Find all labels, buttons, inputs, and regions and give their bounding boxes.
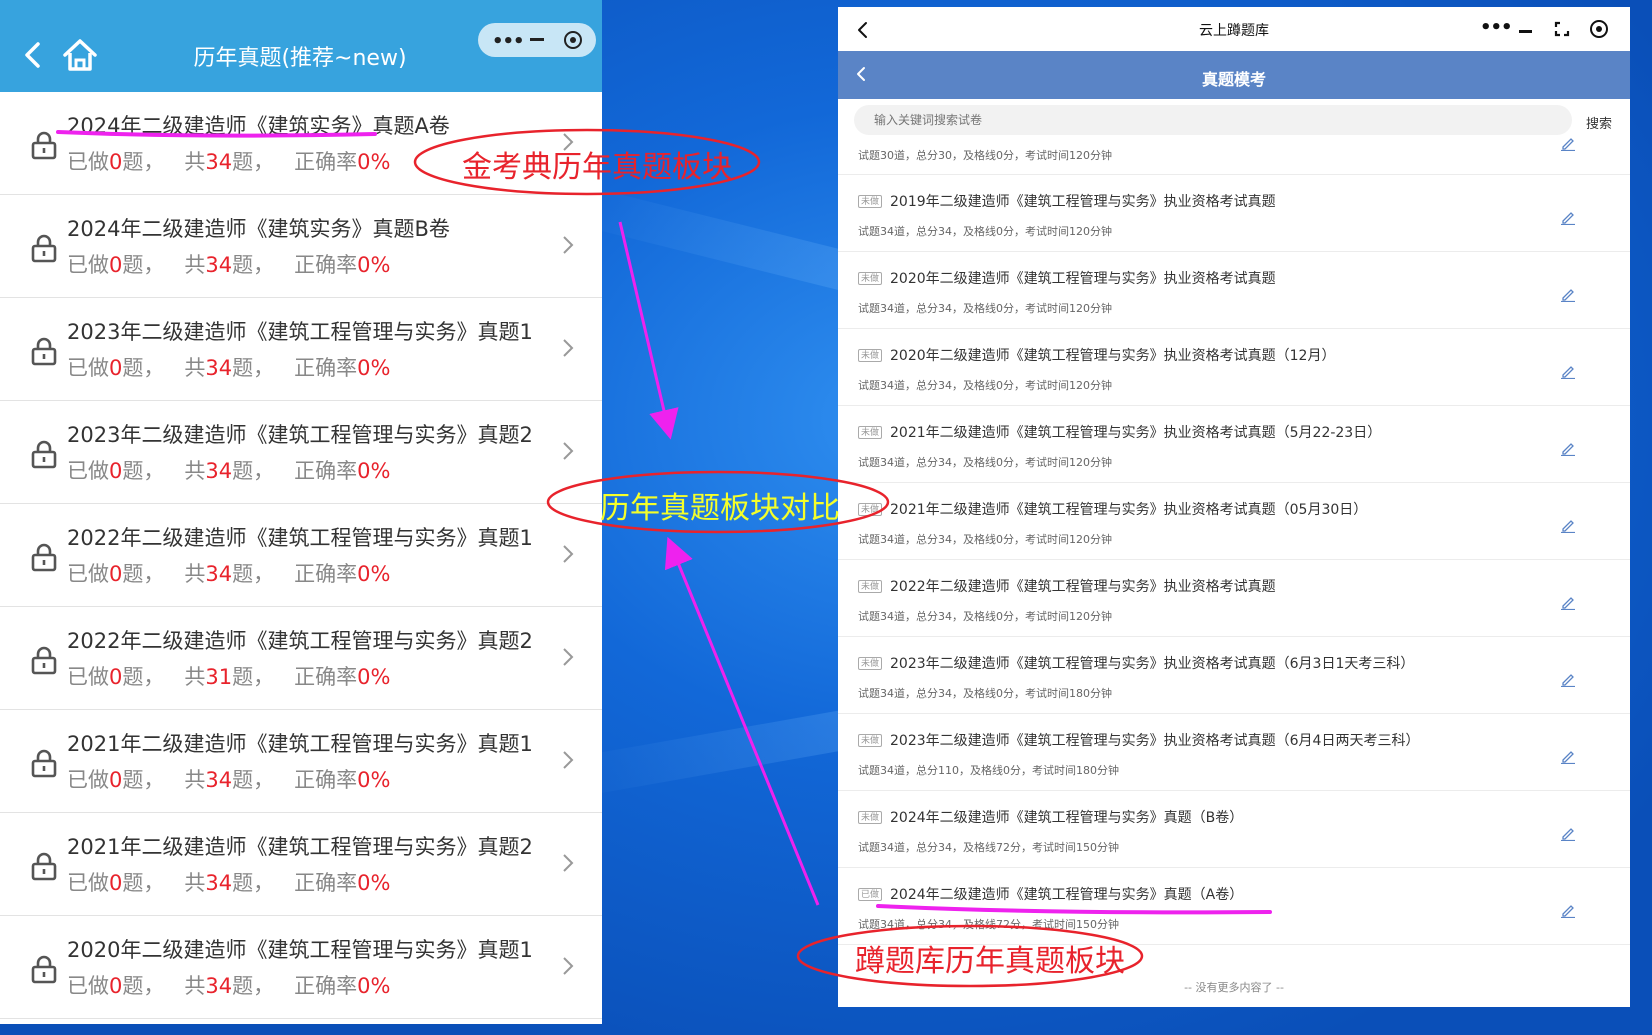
arrow-down xyxy=(618,221,679,440)
right-annotation-label: 蹲题库历年真题板块 xyxy=(855,944,1125,979)
arrow-up xyxy=(664,536,820,906)
underline-mark xyxy=(56,130,377,138)
center-annotation-label: 历年真题板块对比 xyxy=(600,491,840,526)
left-annotation-label: 金考典历年真题板块 xyxy=(462,150,732,185)
underline-mark xyxy=(876,904,1272,915)
